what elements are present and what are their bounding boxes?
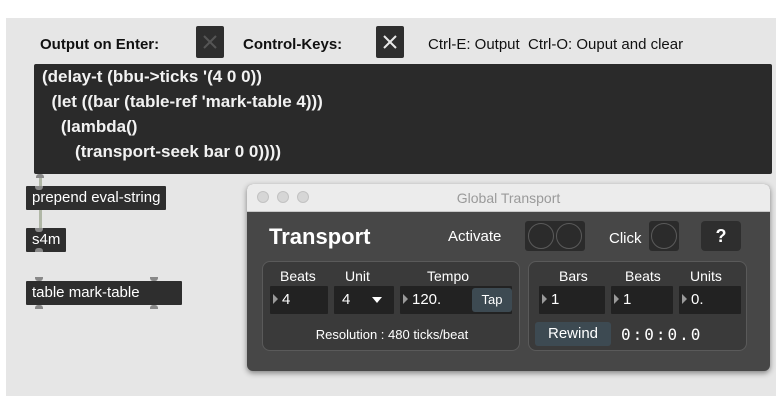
code-editor[interactable]: (delay-t (bbu->ticks '(4 0 0)) (let ((ba… — [34, 64, 772, 174]
position-beats-number-box[interactable]: 1 — [611, 286, 673, 314]
unit-value: 4 — [342, 291, 351, 308]
window-title: Global Transport — [456, 190, 561, 206]
control-keys-label: Control-Keys: — [243, 36, 343, 53]
shortcut-hint: Ctrl-E: Output Ctrl-O: Ouput and clear — [428, 36, 684, 53]
activate-indicator — [556, 223, 582, 249]
activate-toggle-group — [525, 221, 585, 251]
tempo-header: Tempo — [427, 268, 470, 284]
inlet[interactable] — [35, 228, 43, 232]
chevron-down-icon — [372, 297, 382, 303]
beats-header: Beats — [280, 268, 316, 284]
patch-cord[interactable] — [39, 210, 42, 228]
beats-value: 4 — [282, 291, 291, 308]
position-beats-value: 1 — [623, 291, 632, 308]
table-object[interactable]: table mark-table — [26, 281, 182, 305]
transport-title: Transport — [269, 224, 371, 249]
s4m-object[interactable]: s4m — [26, 228, 67, 252]
window-titlebar[interactable]: Global Transport — [247, 184, 770, 212]
code-line: (let ((bar (table-ref 'mark-table 4))) — [42, 92, 323, 111]
bars-header: Bars — [559, 268, 588, 284]
output-on-enter-toggle[interactable] — [196, 26, 224, 58]
number-arrow-icon — [614, 294, 619, 304]
number-arrow-icon — [403, 294, 408, 304]
inlet[interactable] — [150, 277, 158, 281]
unit-header: Unit — [345, 268, 370, 284]
resolution-label: Resolution : 480 ticks/beat — [315, 327, 469, 342]
help-button[interactable]: ? — [701, 221, 741, 251]
outlet[interactable] — [35, 248, 43, 252]
click-toggle-frame — [649, 221, 679, 251]
bars-number-box[interactable]: 1 — [539, 286, 605, 314]
x-icon — [383, 35, 397, 49]
inlet[interactable] — [35, 186, 43, 190]
output-on-enter-label: Output on Enter: — [40, 36, 160, 53]
number-arrow-icon — [542, 294, 547, 304]
outlet[interactable] — [150, 305, 158, 309]
control-keys-toggle[interactable] — [376, 26, 404, 58]
beats-number-box[interactable]: 4 — [270, 286, 328, 314]
global-transport-window: Global Transport Transport Activate Clic… — [247, 184, 770, 371]
number-arrow-icon — [273, 294, 278, 304]
transport-clock: 0:0:0.0 — [621, 325, 703, 344]
click-label: Click — [609, 230, 642, 247]
code-line: (transport-seek bar 0 0)))) — [42, 142, 281, 161]
inlet[interactable] — [35, 277, 43, 281]
tempo-value: 120. — [412, 291, 442, 308]
activate-toggle[interactable] — [528, 223, 554, 249]
tap-tempo-button[interactable]: Tap — [472, 288, 512, 312]
number-arrow-icon — [682, 294, 687, 304]
bars-value: 1 — [551, 291, 560, 308]
patch-cord[interactable] — [39, 178, 42, 186]
outlet[interactable] — [35, 305, 43, 309]
code-line: (lambda() — [42, 117, 138, 136]
activate-label: Activate — [448, 228, 502, 245]
x-icon — [203, 35, 217, 49]
click-toggle[interactable] — [651, 223, 677, 249]
rewind-button[interactable]: Rewind — [535, 322, 611, 346]
units-number-box[interactable]: 0. — [679, 286, 741, 314]
unit-dropdown[interactable]: 4 — [334, 286, 394, 314]
units-value: 0. — [691, 291, 704, 308]
units-header: Units — [690, 268, 722, 284]
code-line: (delay-t (bbu->ticks '(4 0 0)) — [42, 67, 262, 86]
beats-header: Beats — [625, 268, 661, 284]
prepend-object[interactable]: prepend eval-string — [26, 186, 167, 210]
